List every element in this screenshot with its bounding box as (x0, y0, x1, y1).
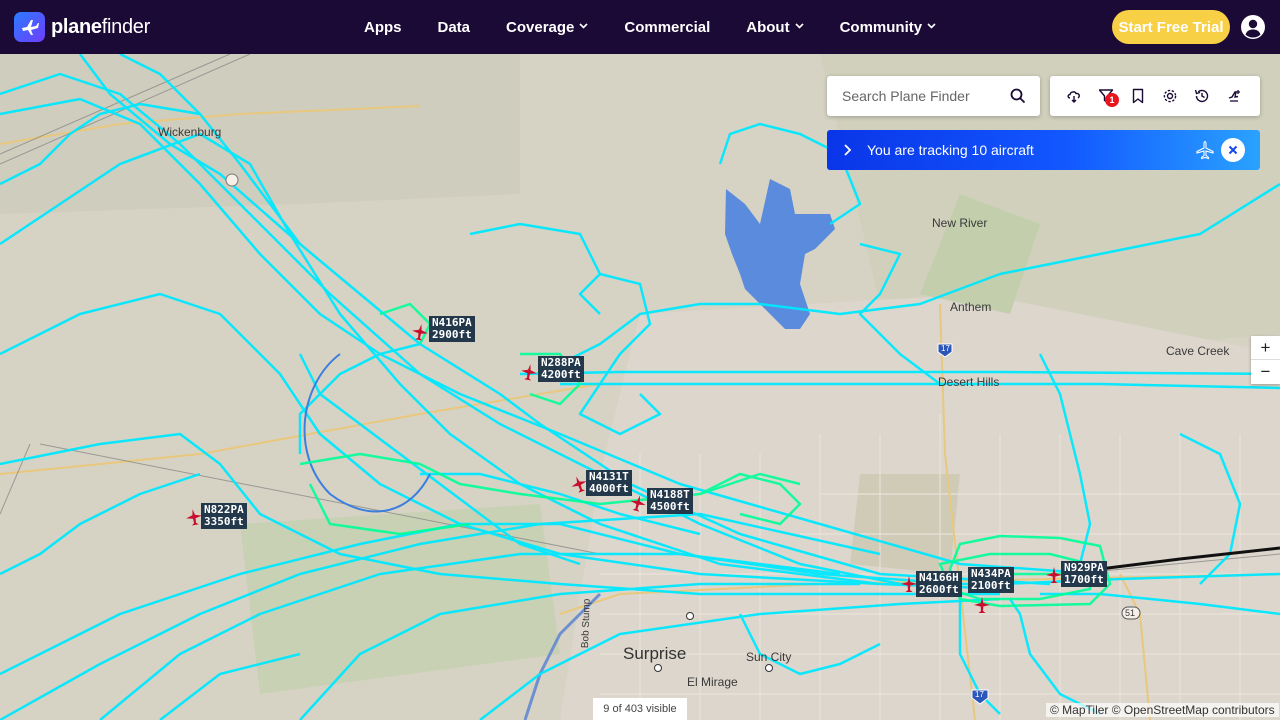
chevron-down-icon (927, 21, 936, 32)
nav-data[interactable]: Data (438, 19, 471, 36)
place-label-wickenburg: Wickenburg (158, 125, 222, 139)
chevron-down-icon (795, 21, 804, 32)
hwy-51-label: 51 (1125, 608, 1136, 618)
zoom-out-button[interactable]: − (1251, 360, 1280, 384)
chevron-down-icon (579, 21, 588, 32)
bookmark-icon[interactable] (1130, 88, 1146, 104)
aircraft-altitude: 4000ft (589, 482, 629, 495)
logo-text: planefinder (51, 15, 150, 38)
aircraft-altitude: 2600ft (919, 583, 959, 596)
place-label-anthem: Anthem (950, 300, 992, 314)
top-navbar: planefinder Apps Data Coverage Commercia… (0, 0, 1280, 54)
aircraft-tag-n4131t[interactable]: N4131T 4000ft (586, 470, 632, 496)
map-toolbar (1050, 76, 1260, 116)
nav-commercial[interactable]: Commercial (624, 19, 710, 36)
main-nav: Apps Data Coverage Commercial About Comm… (364, 0, 972, 54)
ar-view-icon[interactable] (1226, 88, 1242, 104)
aircraft-altitude: 1700ft (1064, 573, 1104, 586)
visible-count: 9 of 403 visible (593, 698, 687, 720)
chevron-right-icon[interactable] (841, 143, 853, 157)
search-input[interactable] (842, 88, 1002, 104)
aircraft-tag-n822pa[interactable]: N822PA 3350ft (201, 503, 247, 529)
hwy-17-label-bottom: 17 (975, 690, 984, 699)
user-account-icon[interactable] (1241, 15, 1265, 39)
aircraft-tag-n416pa[interactable]: N416PA 2900ft (429, 316, 475, 342)
close-icon (1228, 145, 1238, 155)
close-tracking-button[interactable] (1221, 138, 1245, 162)
place-label-surprise: Surprise (623, 644, 687, 663)
logo-plane-icon (14, 12, 45, 42)
zoom-in-button[interactable]: + (1251, 336, 1280, 360)
aircraft-altitude: 3350ft (204, 515, 244, 528)
place-label-sun-city: Sun City (746, 650, 792, 664)
aircraft-tag-n4166h[interactable]: N4166H 2600ft (916, 571, 962, 597)
search-box (827, 76, 1040, 116)
nav-community[interactable]: Community (840, 19, 937, 36)
weather-icon[interactable] (1066, 88, 1082, 104)
road-label-bob-stump: Bob Stump (580, 598, 593, 649)
aircraft-altitude: 4500ft (650, 500, 690, 513)
map-attribution[interactable]: © MapTiler © OpenStreetMap contributors (1046, 703, 1279, 717)
aircraft-altitude: 2900ft (432, 328, 472, 341)
history-icon[interactable] (1194, 88, 1210, 104)
tracking-status-text: You are tracking 10 aircraft (867, 142, 1034, 158)
place-label-cave-creek: Cave Creek (1166, 344, 1230, 358)
nav-about[interactable]: About (746, 19, 804, 36)
place-label-el-mirage: El Mirage (687, 675, 738, 689)
aircraft-tag-n929pa[interactable]: N929PA 1700ft (1061, 561, 1107, 587)
zoom-controls: + − (1251, 336, 1280, 384)
search-icon[interactable] (1010, 88, 1026, 104)
aircraft-altitude: 2100ft (971, 579, 1011, 592)
settings-gear-icon[interactable] (1162, 88, 1178, 104)
filter-count-badge: 1 (1105, 93, 1119, 107)
planefinder-logo[interactable]: planefinder (14, 12, 150, 42)
aircraft-tag-n288pa[interactable]: N288PA 4200ft (538, 356, 584, 382)
nav-coverage[interactable]: Coverage (506, 19, 588, 36)
tracking-banner[interactable]: You are tracking 10 aircraft (827, 130, 1260, 170)
plane-icon (1195, 140, 1215, 160)
place-label-desert-hills: Desert Hills (938, 375, 1000, 389)
nav-apps[interactable]: Apps (364, 19, 402, 36)
aircraft-tag-n4188t[interactable]: N4188T 4500ft (647, 488, 693, 514)
place-label-new-river: New River (932, 216, 988, 230)
aircraft-tag-n434pa[interactable]: N434PA 2100ft (968, 567, 1014, 593)
hwy-17-label-top: 17 (941, 344, 950, 353)
start-free-trial-button[interactable]: Start Free Trial (1112, 10, 1230, 44)
aircraft-altitude: 4200ft (541, 368, 581, 381)
